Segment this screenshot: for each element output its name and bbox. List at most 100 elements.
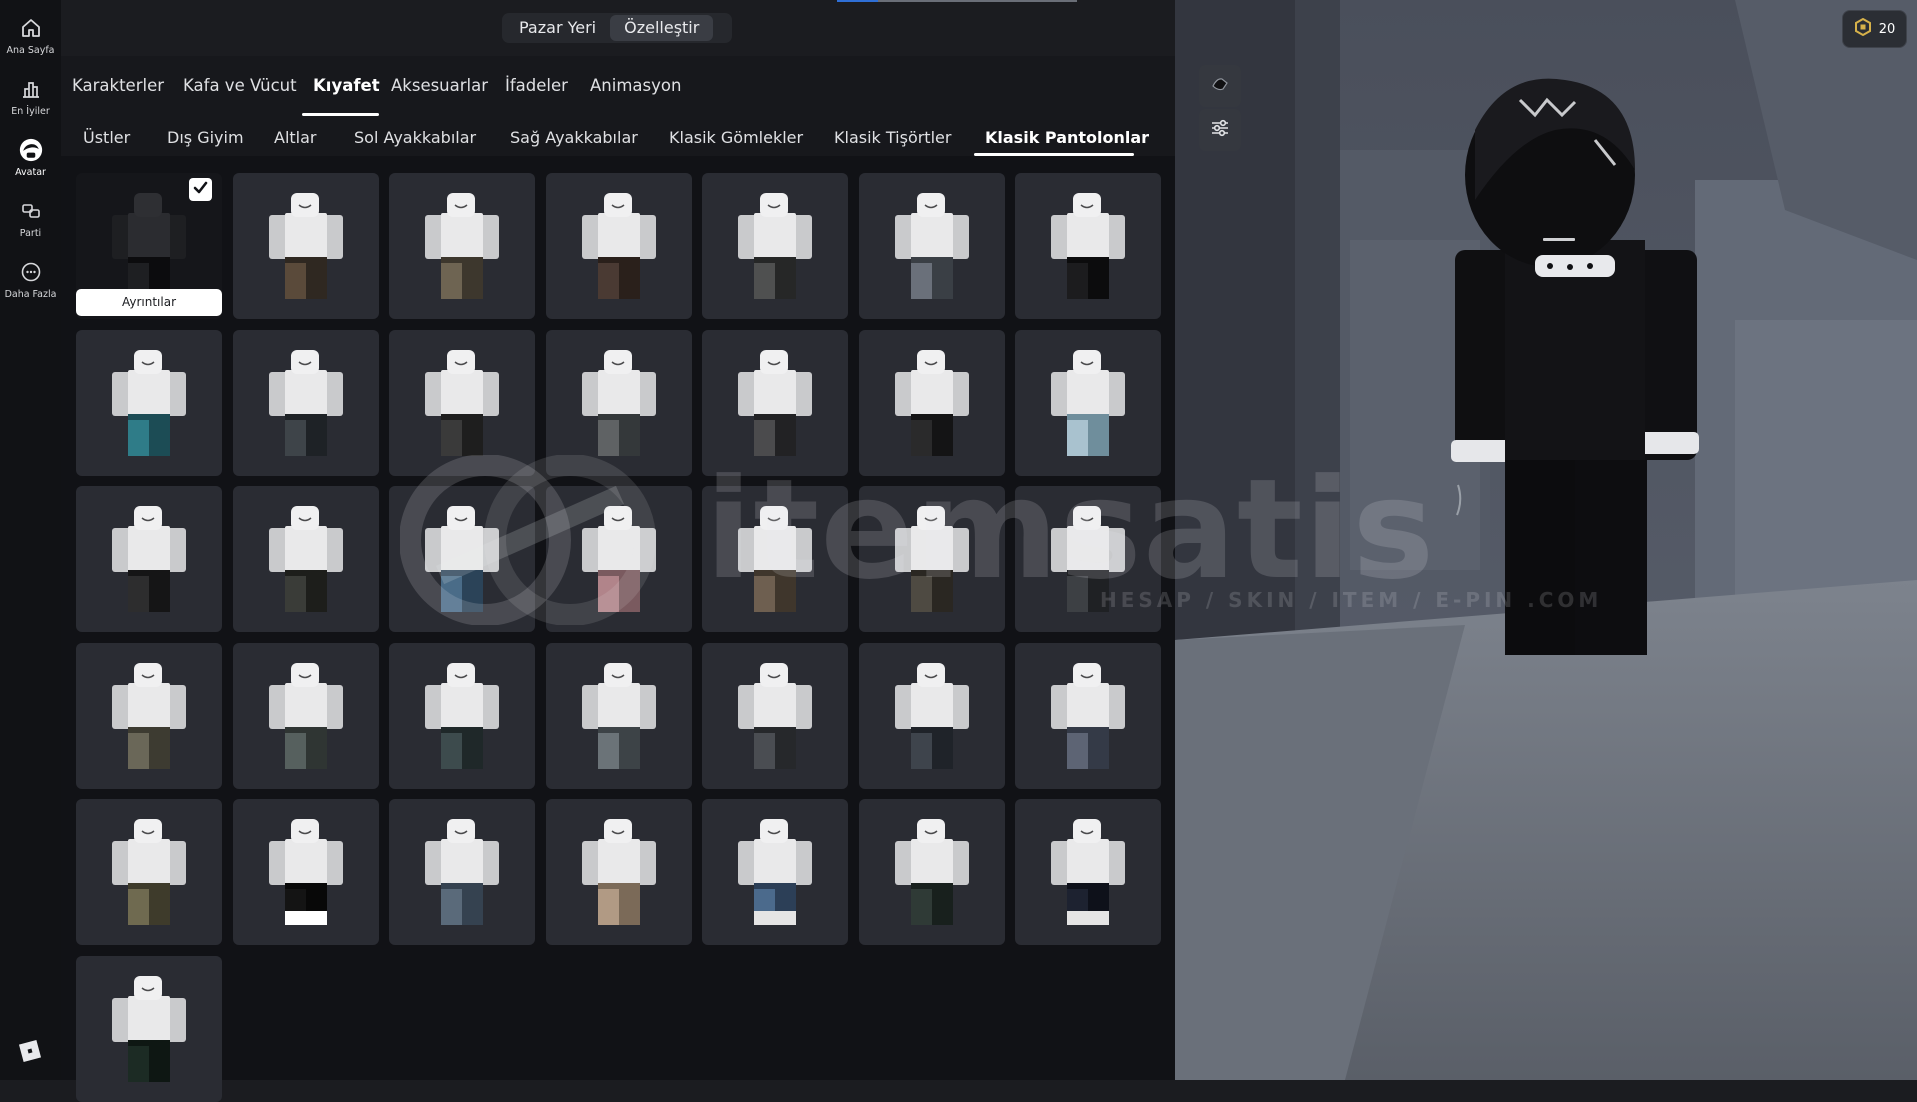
rail-item-home[interactable]: Ana Sayfa [0,16,61,66]
pants-thumbnail [1051,662,1125,769]
item-tile[interactable] [545,173,692,319]
hand-pose-icon [1208,72,1232,100]
item-tile[interactable] [232,642,379,789]
customize-tab[interactable]: Özelleştir [610,15,714,41]
subtab-outerwear[interactable]: Dış Giyim [167,128,244,147]
pants-thumbnail [894,819,969,925]
rail-item-avatar[interactable]: Avatar [0,138,61,188]
rail-item-party[interactable]: Parti [0,199,61,249]
item-tile[interactable] [545,642,692,789]
item-tile[interactable] [76,486,222,632]
pants-thumbnail [425,193,499,299]
pants-thumbnail [581,193,656,299]
pants-thumbnail [738,193,812,299]
item-tile[interactable] [545,329,692,476]
item-tile[interactable] [232,329,379,476]
pants-thumbnail [112,506,186,612]
left-nav-rail: Ana Sayfa En İyiler Avatar Parti Daha Fa… [0,0,61,1080]
item-tile[interactable] [858,486,1005,632]
subtab-classic-shirts[interactable]: Klasik Gömlekler [669,128,803,147]
pants-thumbnail [581,662,656,769]
rail-label-top: En İyiler [11,106,50,117]
item-tile[interactable] [232,799,379,945]
pants-thumbnail [1051,819,1125,925]
subtab-classic-tshirts[interactable]: Klasik Tişörtler [834,128,951,147]
item-tile[interactable] [545,799,692,945]
item-tile[interactable] [858,799,1005,945]
item-tile[interactable] [76,329,222,476]
item-tile[interactable] [1015,173,1161,319]
tab-clothing[interactable]: Kıyafet [313,76,380,95]
subtab-bottoms[interactable]: Altlar [274,128,317,147]
item-tile[interactable] [232,486,379,632]
item-tile[interactable] [76,642,222,789]
pants-thumbnail [738,349,812,456]
pose-tool-button[interactable] [1199,65,1241,107]
item-tile[interactable] [389,642,535,789]
avatar-scene [1175,0,1917,1080]
marketplace-tab[interactable]: Pazar Yeri [505,15,610,41]
roblox-logo-icon[interactable] [18,1039,42,1063]
equipped-checkbox[interactable] [189,178,212,201]
item-tile[interactable] [702,173,848,319]
item-tile[interactable] [702,486,848,632]
item-tile[interactable] [858,173,1005,319]
details-button[interactable]: Ayrıntılar [76,289,222,316]
adjust-tool-button[interactable] [1199,109,1241,151]
pants-thumbnail [1051,349,1125,456]
item-tile[interactable] [389,173,535,319]
subtab-tops[interactable]: Üstler [83,128,130,147]
checkmark-icon [192,179,209,200]
item-tile[interactable] [858,642,1005,789]
pants-thumbnail [268,193,343,299]
rail-label-avatar: Avatar [15,167,46,178]
item-tile[interactable] [389,799,535,945]
item-tile[interactable] [389,486,535,632]
item-tile[interactable] [76,799,222,945]
pants-thumbnail [894,506,969,612]
subtab-left-shoes[interactable]: Sol Ayakkabılar [354,128,476,147]
item-tile[interactable] [545,486,692,632]
pants-thumbnail [112,349,186,456]
loading-progress-bar [837,0,1077,2]
tab-characters[interactable]: Karakterler [72,76,164,95]
item-tile[interactable] [702,329,848,476]
subtab-right-shoes[interactable]: Sağ Ayakkabılar [510,128,638,147]
pants-thumbnail [894,662,969,769]
robux-balance-button[interactable]: 20 [1842,10,1907,48]
party-icon [19,199,43,223]
subcategory-tab-bar: Üstler Dış Giyim Altlar Sol Ayakkabılar … [61,116,1175,156]
robux-icon [1854,17,1872,40]
pants-thumbnail [581,506,656,612]
chart-icon [19,77,43,101]
avatar-editor-panel: Karakterler Kafa ve Vücut Kıyafet Aksesu… [61,56,1175,1102]
tab-emotes[interactable]: İfadeler [505,76,568,95]
tab-animation[interactable]: Animasyon [590,76,681,95]
pants-thumbnail [581,819,656,925]
item-tile[interactable] [389,329,535,476]
item-tile[interactable] [702,799,848,945]
rail-item-top[interactable]: En İyiler [0,77,61,127]
pants-thumbnail [738,819,812,925]
rail-item-more[interactable]: Daha Fazla [0,260,61,310]
item-tile[interactable] [1015,799,1161,945]
home-icon [19,16,43,40]
robux-count: 20 [1878,21,1896,37]
pants-thumbnail [268,819,343,925]
item-tile[interactable] [858,329,1005,476]
item-tile[interactable] [232,173,379,319]
subtab-classic-pants[interactable]: Klasik Pantolonlar [985,128,1149,147]
tab-head-and-body[interactable]: Kafa ve Vücut [183,76,297,95]
pants-thumbnail [425,506,499,612]
pants-thumbnail [894,349,969,456]
pants-thumbnail [894,193,969,299]
tab-accessories[interactable]: Aksesuarlar [391,76,488,95]
pants-thumbnail [581,349,656,456]
item-tile[interactable] [702,642,848,789]
avatar-icon [19,138,43,162]
avatar-preview-viewport[interactable] [1175,0,1917,1080]
category-tab-bar: Karakterler Kafa ve Vücut Kıyafet Aksesu… [61,56,1175,116]
item-tile[interactable] [1015,329,1161,476]
item-tile[interactable] [1015,642,1161,789]
item-tile[interactable] [1015,486,1161,632]
